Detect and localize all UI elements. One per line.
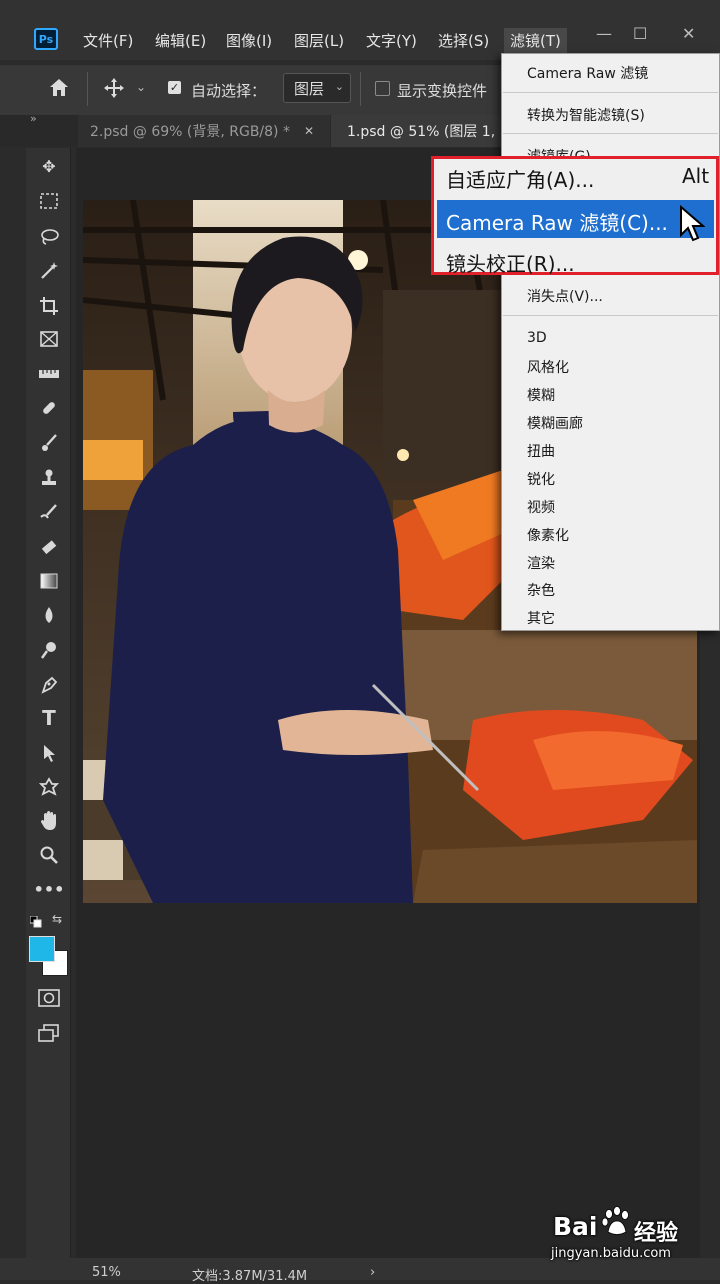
layer-dropdown[interactable]: 图层 ⌄	[283, 73, 351, 103]
blur-tool-icon[interactable]	[34, 602, 64, 628]
move-tool-icon[interactable]	[103, 77, 125, 99]
tab-1-psd[interactable]: 1.psd @ 51% (图层 1,	[331, 115, 511, 147]
clone-stamp-tool-icon[interactable]	[34, 465, 64, 491]
chevron-down-icon[interactable]: ⌄	[136, 80, 146, 94]
more-tools-icon[interactable]: •••	[34, 876, 65, 902]
status-arrow-icon[interactable]: ›	[370, 1265, 375, 1280]
menu-item-convert-smart-filter[interactable]: 转换为智能滤镜(S)	[527, 105, 645, 125]
document-size: 文档:3.87M/31.4M	[192, 1269, 308, 1284]
ruler-tool-icon[interactable]	[34, 361, 64, 387]
maximize-button[interactable]: ☐	[633, 24, 647, 43]
tab-2-psd[interactable]: 2.psd @ 69% (背景, RGB/8) * ✕	[78, 115, 330, 147]
menu-item-distort[interactable]: 扭曲	[527, 441, 555, 461]
watermark-url: jingyan.baidu.com	[551, 1246, 671, 1261]
shortcut-label: Alt	[682, 164, 710, 188]
swap-colors-icon[interactable]: ⇆	[52, 912, 62, 926]
tab-label: 2.psd @ 69% (背景, RGB/8) *	[90, 124, 290, 140]
menu-edit[interactable]: 编辑(E)	[155, 30, 206, 51]
menu-image[interactable]: 图像(I)	[226, 30, 272, 51]
menu-item-vanishing-point[interactable]: 消失点(V)...	[527, 286, 603, 306]
zoom-tool-icon[interactable]	[34, 842, 64, 868]
menu-separator	[503, 92, 718, 93]
zoom-level[interactable]: 51%	[92, 1265, 121, 1280]
close-button[interactable]: ✕	[682, 24, 695, 43]
menu-file[interactable]: 文件(F)	[83, 30, 133, 51]
baidu-paw-icon	[600, 1205, 632, 1237]
move-tool-icon[interactable]: ✥	[34, 153, 64, 179]
foreground-color-swatch[interactable]	[29, 936, 55, 962]
brush-tool-icon[interactable]	[34, 430, 64, 456]
tab-label: 1.psd @ 51% (图层 1,	[347, 124, 496, 140]
menu-item-noise[interactable]: 杂色	[527, 580, 555, 600]
menu-item-pixelate[interactable]: 像素化	[527, 525, 569, 545]
divider	[360, 72, 361, 106]
hand-tool-icon[interactable]	[34, 808, 64, 834]
healing-brush-tool-icon[interactable]	[34, 395, 64, 421]
menu-item-other[interactable]: 其它	[527, 608, 555, 628]
default-colors-icon[interactable]	[29, 913, 42, 928]
menu-item-adaptive-wide-angle[interactable]: 自适应广角(A)...	[446, 164, 594, 193]
auto-select-label: 自动选择：	[191, 82, 267, 100]
chevron-down-icon: ⌄	[334, 80, 344, 93]
custom-shape-tool-icon[interactable]	[34, 774, 64, 800]
marquee-tool-icon[interactable]	[34, 188, 64, 214]
tab-close-icon[interactable]: ✕	[304, 124, 314, 138]
menu-item-3d[interactable]: 3D	[527, 330, 547, 346]
divider	[87, 72, 88, 106]
path-selection-tool-icon[interactable]	[34, 740, 64, 766]
menu-item-camera-raw-filter[interactable]: Camera Raw 滤镜(C)...	[446, 207, 668, 236]
menu-item-lens-correction[interactable]: 镜头校正(R)...	[446, 248, 575, 277]
auto-select-checkbox[interactable]: ✓	[168, 81, 181, 94]
menu-item-blur[interactable]: 模糊	[527, 385, 555, 405]
menu-item-stylize[interactable]: 风格化	[527, 357, 569, 377]
menu-select[interactable]: 选择(S)	[438, 30, 489, 51]
dodge-tool-icon[interactable]	[34, 637, 64, 663]
eraser-tool-icon[interactable]	[34, 535, 64, 561]
screen-mode-icon[interactable]	[34, 1020, 64, 1046]
photoshop-logo: Ps	[34, 28, 58, 50]
history-brush-tool-icon[interactable]	[34, 500, 64, 526]
panel-collapse-icon[interactable]: »	[30, 112, 37, 125]
mouse-cursor-icon	[679, 204, 706, 243]
watermark-brand-suffix: 经验	[634, 1221, 679, 1246]
menu-item-camera-raw-last[interactable]: Camera Raw 滤镜	[527, 63, 648, 83]
gradient-tool-icon[interactable]	[34, 568, 64, 594]
watermark-brand: Bai	[553, 1212, 598, 1241]
frame-tool-icon[interactable]	[34, 326, 64, 352]
crop-tool-icon[interactable]	[34, 293, 64, 319]
minimize-button[interactable]: —	[596, 24, 612, 43]
home-icon[interactable]	[47, 76, 71, 100]
lasso-tool-icon[interactable]	[34, 223, 64, 249]
menu-type[interactable]: 文字(Y)	[366, 30, 417, 51]
show-transform-checkbox[interactable]	[375, 81, 390, 96]
pen-tool-icon[interactable]	[34, 672, 64, 698]
menu-layer[interactable]: 图层(L)	[294, 30, 344, 51]
menu-item-blur-gallery[interactable]: 模糊画廊	[527, 413, 583, 433]
quick-mask-icon[interactable]	[34, 985, 64, 1011]
magic-wand-tool-icon[interactable]	[34, 258, 64, 284]
layer-dropdown-value: 图层	[294, 79, 325, 98]
type-tool-icon[interactable]: T	[34, 705, 64, 731]
menu-separator	[503, 133, 718, 134]
menu-item-video[interactable]: 视频	[527, 497, 555, 517]
menu-item-sharpen[interactable]: 锐化	[527, 469, 555, 489]
show-transform-label: 显示变换控件	[397, 82, 488, 100]
menu-item-render[interactable]: 渲染	[527, 553, 555, 573]
menu-separator	[503, 315, 718, 316]
menu-filter[interactable]: 滤镜(T)	[504, 28, 567, 53]
